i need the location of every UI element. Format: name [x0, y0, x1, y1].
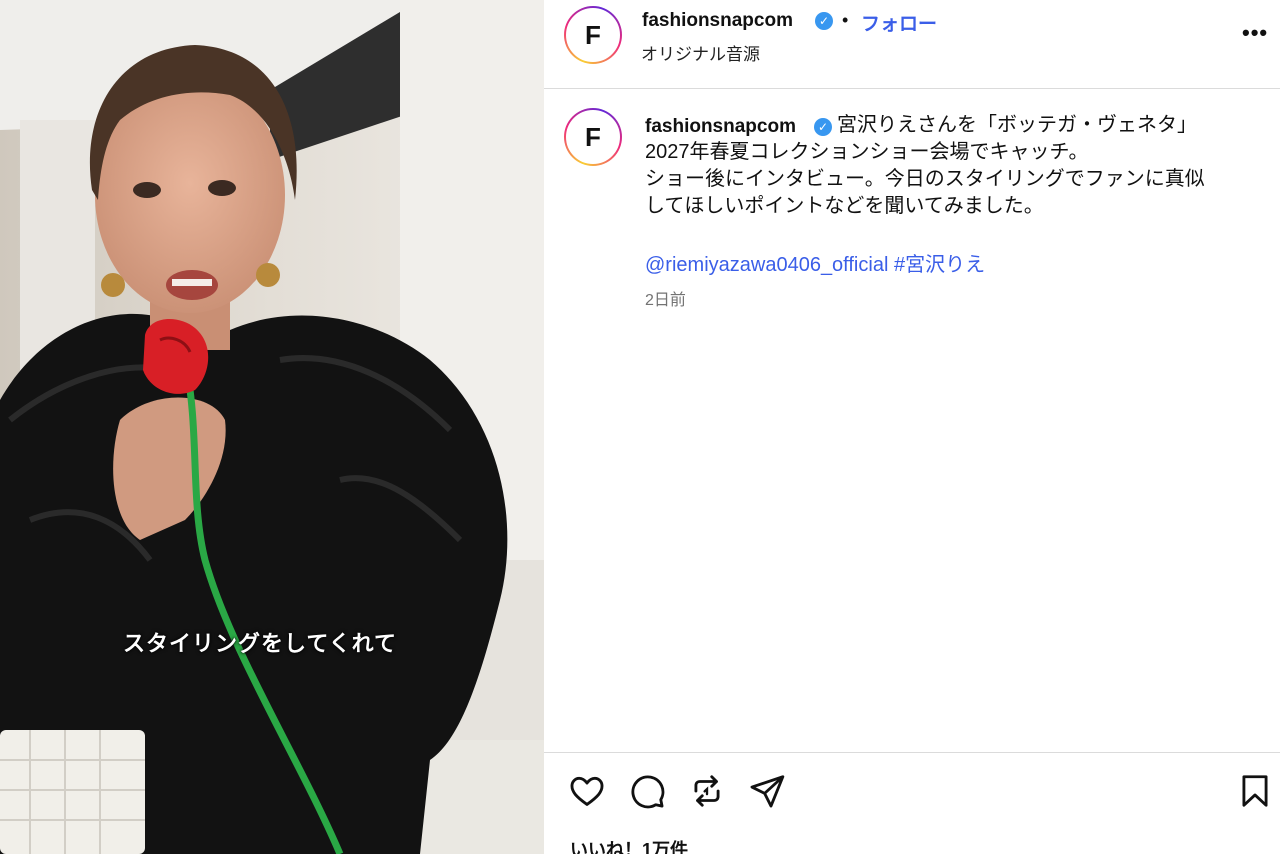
verified-badge-icon: ✓ [815, 12, 833, 30]
comment-button[interactable] [628, 772, 668, 812]
post-video[interactable]: スタイリングをしてくれて [0, 0, 544, 854]
author-avatar[interactable]: F [564, 6, 622, 64]
caption-line-2: 2027年春夏コレクションショー会場でキャッチ。 [645, 141, 1089, 163]
audio-label[interactable]: オリジナル音源 [641, 40, 760, 65]
comment-icon [631, 775, 665, 809]
repost-button[interactable] [688, 772, 728, 812]
avatar-letter: F [585, 19, 601, 50]
hashtag-link[interactable]: #宮沢りえ [894, 254, 985, 276]
actions-divider [544, 752, 1280, 753]
like-button[interactable] [568, 772, 608, 812]
caption-line-1: 宮沢りえさんを「ボッテガ・ヴェネタ」 [837, 114, 1197, 136]
video-subtitle: スタイリングをしてくれて [122, 631, 398, 657]
share-icon [750, 775, 785, 808]
avatar-inner: F [566, 8, 620, 62]
mention-link[interactable]: @riemiyazawa0406_official [645, 254, 888, 276]
post-viewer: スタイリングをしてくれて F fashionsnapcom ✓ • フォロー オ… [0, 0, 1280, 854]
caption-text: 宮沢りえさんを「ボッテガ・ヴェネタ」 2027年春夏コレクションショー会場でキャ… [645, 112, 1255, 220]
author-username[interactable]: fashionsnapcom [642, 10, 793, 32]
post-header: F fashionsnapcom ✓ • フォロー オリジナル音源 ••• [544, 0, 1280, 89]
avatar-inner: F [566, 110, 620, 164]
repost-icon [694, 775, 720, 807]
more-options-icon[interactable]: ••• [1242, 20, 1268, 46]
post-info-panel: F fashionsnapcom ✓ • フォロー オリジナル音源 ••• F … [544, 0, 1280, 854]
likes-count[interactable]: いいね！1万件 [570, 836, 688, 854]
follow-button[interactable]: フォロー [861, 9, 937, 36]
bookmark-icon [1242, 775, 1268, 807]
avatar-letter: F [585, 121, 601, 152]
heart-icon [570, 776, 604, 806]
caption-tags: @riemiyazawa0406_official #宮沢りえ [645, 248, 985, 277]
header-separator: • [842, 10, 849, 30]
caption-avatar[interactable]: F [564, 108, 622, 166]
post-timestamp[interactable]: 2日前 [645, 286, 686, 310]
caption-line-4: してほしいポイントなどを聞いてみました。 [645, 195, 1044, 217]
share-button[interactable] [748, 772, 788, 812]
caption-line-3: ショー後にインタビュー。今日のスタイリングでファンに真似 [645, 168, 1205, 190]
video-frame [0, 0, 544, 854]
save-button[interactable] [1236, 772, 1276, 812]
